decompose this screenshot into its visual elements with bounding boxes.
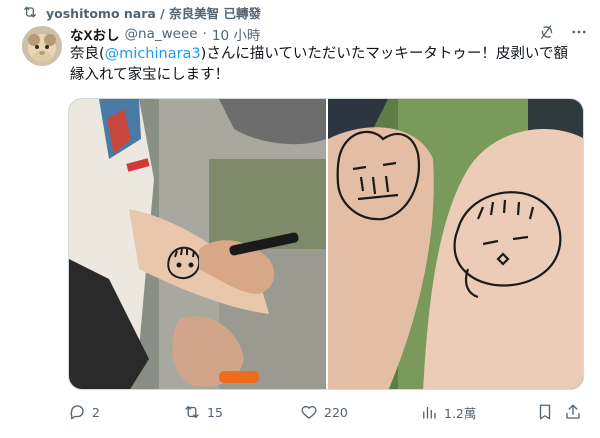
like-count: 220 (324, 404, 348, 420)
tweet-header: なXおし @na_weee · 10 小時 (70, 24, 260, 44)
share-button[interactable] (564, 403, 582, 421)
reply-button[interactable]: 2 (68, 403, 100, 421)
bookmark-icon (539, 404, 551, 420)
separator-dot: · (202, 26, 207, 42)
retweet-icon (185, 406, 199, 418)
author-name-x: X (83, 28, 93, 43)
author-name[interactable]: なXおし (70, 24, 120, 44)
views-icon (423, 406, 436, 419)
repost-indicator[interactable]: yoshitomo nara / 奈良美智 已轉發 (22, 2, 261, 22)
like-button[interactable]: 220 (300, 403, 348, 421)
header-actions (538, 23, 588, 41)
avatar[interactable] (22, 26, 62, 66)
media-grid (68, 98, 584, 390)
bookmark-button[interactable] (536, 403, 554, 421)
views-button[interactable]: 1.2萬 (420, 403, 476, 422)
more-icon[interactable] (570, 23, 588, 41)
repost-text: yoshitomo nara / 奈良美智 已轉發 (46, 5, 261, 21)
reply-count: 2 (92, 404, 100, 420)
avatar-image (22, 26, 62, 66)
tweet-photo-2[interactable] (328, 99, 584, 390)
tweet-text-part: 奈良( (70, 46, 105, 62)
retweet-button[interactable]: 15 (183, 403, 223, 421)
views-count: 1.2萬 (444, 405, 477, 421)
author-name-suffix: おし (92, 28, 120, 44)
repost-icon (24, 6, 36, 18)
mention-link[interactable]: @michinara3 (105, 46, 201, 62)
retweet-count: 15 (207, 404, 223, 420)
tweet-time[interactable]: 10 小時 (212, 24, 260, 44)
author-handle[interactable]: @na_weee (125, 26, 198, 42)
author-name-prefix: な (70, 28, 84, 44)
heart-icon (301, 405, 317, 419)
share-icon (566, 404, 580, 419)
tweet-photo-1[interactable] (69, 99, 326, 390)
grok-icon[interactable] (538, 23, 556, 41)
tweet-text: 奈良(@michinara3)さんに描いていただいたマッキータトゥー！皮剥いで額… (70, 44, 580, 86)
tweet-actions: 2 15 220 1.2萬 (68, 398, 584, 426)
reply-icon (70, 405, 84, 420)
